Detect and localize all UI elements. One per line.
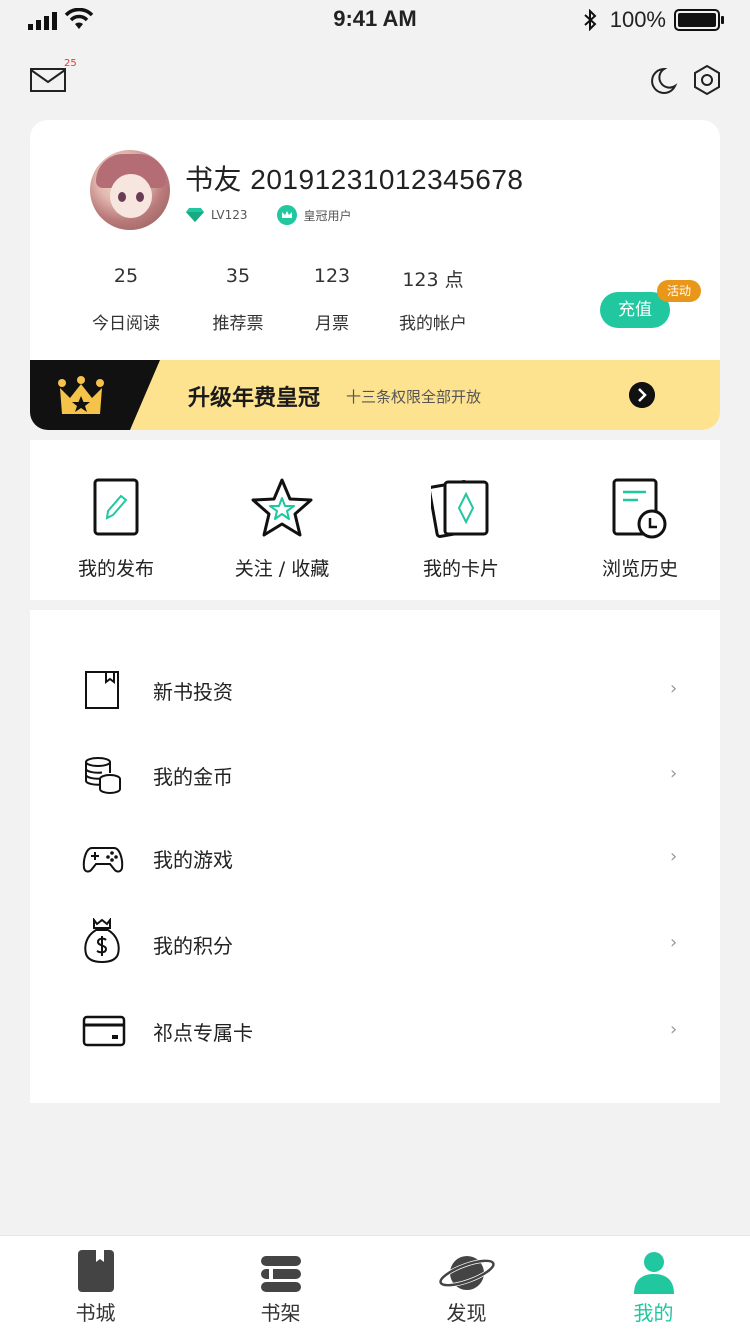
stat-value: 123 点 [402,269,464,291]
tab-bookshelf[interactable]: 书架 [187,1236,374,1335]
stat-value: 35 [225,265,251,287]
level-label: LV123 [211,208,248,222]
tab-mine[interactable]: 我的 [560,1236,747,1335]
arrow-right-icon[interactable] [629,382,655,408]
menu-item-exclusive-card[interactable]: 祁点专属卡 › [30,991,720,1071]
quick-action-label: 我的发布 [77,558,154,580]
tab-bookstore[interactable]: 书城 [2,1236,189,1335]
tab-label: 书城 [75,1301,116,1325]
gamepad-icon [82,847,124,873]
menu-list: 新书投资 › 我的金币 › 我的游戏 › 我的积分 › 祁点专属卡 › [30,610,720,1103]
moon-icon[interactable] [648,66,678,96]
diamond-icon [186,208,204,222]
menu-item-my-points[interactable]: 我的积分 › [30,904,720,984]
avatar[interactable] [90,150,170,230]
chevron-right-icon: › [670,678,678,699]
settings-icon[interactable] [692,64,722,96]
stat-recommend-votes[interactable]: 35 推荐票 [198,265,278,334]
menu-item-my-games[interactable]: 我的游戏 › [30,818,720,898]
menu-item-label: 我的游戏 [153,848,233,872]
tab-label: 发现 [446,1301,487,1325]
activity-badge: 活动 [657,280,701,302]
money-bag-icon [84,918,120,964]
quick-action-label: 我的卡片 [422,558,499,580]
quick-actions: 我的发布 关注 / 收藏 我的卡片 浏览历史 [30,440,720,600]
credit-card-icon [82,1015,126,1047]
quick-action-my-cards[interactable]: 我的卡片 [375,440,547,600]
battery-percent: 100% [609,7,666,32]
bookshelf-icon [260,1256,301,1292]
banner-subtitle: 十三条权限全部开放 [346,388,482,406]
planet-icon [438,1256,495,1290]
chevron-right-icon: › [670,846,678,867]
pencil-card-icon [93,478,139,536]
menu-item-label: 我的金币 [153,765,233,789]
profile-card: 书友 20191231012345678 LV123 皇冠用户 25 今日阅读 … [30,120,720,430]
quick-action-label: 浏览历史 [601,558,678,580]
tab-label: 我的 [633,1301,674,1325]
menu-item-label: 祁点专属卡 [153,1021,253,1045]
stat-value: 25 [113,265,139,287]
mail-badge: 25 [64,58,77,69]
chevron-right-icon: › [670,1019,678,1040]
banner-title: 升级年费皇冠 [188,386,321,411]
menu-item-my-gold-coins[interactable]: 我的金币 › [30,735,720,815]
crown-badge-icon [277,205,298,225]
quick-action-label: 关注 / 收藏 [234,558,330,580]
quick-action-history[interactable]: 浏览历史 [554,440,726,600]
quick-action-follow-collect[interactable]: 关注 / 收藏 [196,440,368,600]
crown-upgrade-banner[interactable]: 升级年费皇冠 十三条权限全部开放 [30,360,720,430]
stat-today-read[interactable]: 25 今日阅读 [86,265,166,334]
battery-icon [674,9,724,31]
mail-icon[interactable] [30,68,66,92]
status-bar: 9:41 AM 100% [0,0,750,40]
quick-action-my-posts[interactable]: 我的发布 [30,440,202,600]
menu-item-label: 我的积分 [153,934,233,958]
bluetooth-icon [584,9,597,31]
stat-label: 我的帐户 [399,314,467,334]
tab-label: 书架 [260,1301,301,1325]
person-icon [633,1252,674,1294]
tab-discover[interactable]: 发现 [373,1236,560,1335]
level-row: LV123 皇冠用户 [185,205,382,225]
crown-icon [58,376,104,414]
book-bookmark-icon [85,671,119,709]
cards-icon [431,480,489,538]
star-icon [251,478,313,537]
stat-my-account[interactable]: 123 点 我的帐户 [388,265,478,334]
coins-icon [85,757,121,794]
stat-value: 123 [313,265,351,287]
tab-bar: 书城 书架 发现 我的 [0,1235,750,1335]
username: 书友 20191231012345678 [185,164,524,195]
bookstore-icon [77,1250,114,1292]
stat-label: 月票 [315,314,349,334]
history-icon [612,478,667,539]
chevron-right-icon: › [670,932,678,953]
menu-item-new-book-investment[interactable]: 新书投资 › [30,650,720,730]
stat-monthly-votes[interactable]: 123 月票 [292,265,372,334]
menu-item-label: 新书投资 [153,680,233,704]
stat-label: 今日阅读 [92,314,160,334]
membership-label: 皇冠用户 [303,208,352,223]
stat-label: 推荐票 [212,314,264,334]
chevron-right-icon: › [670,763,678,784]
